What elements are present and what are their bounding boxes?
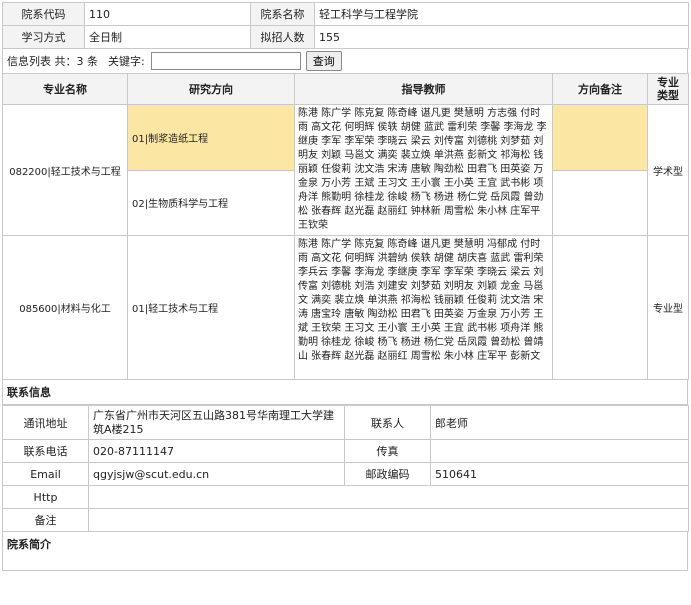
contact-table: 通讯地址 广东省广州市天河区五山路381号华南理工大学建筑A楼215 联系人 郎… [2, 405, 689, 532]
keyword-input[interactable] [150, 52, 301, 70]
header-major: 专业名称 [2, 73, 128, 105]
remark [88, 508, 689, 532]
direction-note [552, 235, 648, 380]
phone: 020-87111147 [88, 439, 345, 463]
header-direction-note: 方向备注 [552, 73, 648, 105]
http-label: Http [2, 485, 89, 509]
address-label: 通讯地址 [2, 405, 89, 440]
college-code-label: 院系代码 [2, 2, 85, 26]
fax-label: 传真 [344, 439, 431, 463]
email[interactable]: qgyjsjw@scut.edu.cn [88, 462, 345, 486]
contact-person: 郎老师 [430, 405, 689, 440]
intro-section-title: 院系简介 [2, 532, 688, 571]
header-teachers: 指导教师 [294, 73, 553, 105]
major-type: 专业型 [647, 235, 689, 380]
college-info-table: 院系代码 110 院系名称 轻工科学与工程学院 学习方式 全日制 拟招人数 15… [2, 2, 689, 49]
college-name-label: 院系名称 [250, 2, 315, 26]
contact-person-label: 联系人 [344, 405, 431, 440]
major-name: 085600|材料与化工 [2, 235, 128, 380]
header-major-type: 专业类型 [647, 73, 689, 105]
fax [430, 439, 689, 463]
enrollment-count-label: 拟招人数 [250, 25, 315, 49]
study-mode: 全日制 [84, 25, 251, 49]
postcode-label: 邮政编码 [344, 462, 431, 486]
page-frame: 院系代码 110 院系名称 轻工科学与工程学院 学习方式 全日制 拟招人数 15… [2, 2, 689, 571]
direction-note [552, 104, 648, 171]
college-name: 轻工科学与工程学院 [314, 2, 689, 26]
keyword-label: 关键字: [108, 55, 145, 68]
phone-label: 联系电话 [2, 439, 89, 463]
direction-note [552, 169, 648, 236]
contact-section-title: 联系信息 [2, 380, 688, 405]
direction-name[interactable]: 01|轻工技术与工程 [127, 235, 295, 380]
postcode: 510641 [430, 462, 689, 486]
http[interactable] [88, 485, 689, 509]
remark-label: 备注 [2, 508, 89, 532]
address: 广东省广州市天河区五山路381号华南理工大学建筑A楼215 [88, 405, 345, 440]
direction-name[interactable]: 02|生物质科学与工程 [127, 169, 295, 236]
header-direction: 研究方向 [127, 73, 295, 105]
search-button[interactable]: 查询 [305, 51, 342, 71]
teacher-list: 陈港 陈广学 陈克复 陈奇峰 谌凡更 樊慧明 方志强 付时雨 高文花 何明辉 侯… [294, 104, 553, 236]
enrollment-count: 155 [314, 25, 689, 49]
study-mode-label: 学习方式 [2, 25, 85, 49]
majors-table: 专业名称 研究方向 指导教师 方向备注 专业类型 082200|轻工技术与工程 … [2, 73, 689, 380]
search-bar: 信息列表 共：3 条 关键字: 查询 [2, 49, 688, 73]
email-label: Email [2, 462, 89, 486]
college-code: 110 [84, 2, 251, 26]
info-count-label: 信息列表 共：3 条 [7, 55, 98, 68]
major-name: 082200|轻工技术与工程 [2, 104, 128, 236]
teacher-list: 陈港 陈广学 陈克复 陈奇峰 谌凡更 樊慧明 冯郁成 付时雨 高文花 何明辉 洪… [294, 235, 553, 380]
major-type: 学术型 [647, 104, 689, 236]
direction-name[interactable]: 01|制浆造纸工程 [127, 104, 295, 171]
